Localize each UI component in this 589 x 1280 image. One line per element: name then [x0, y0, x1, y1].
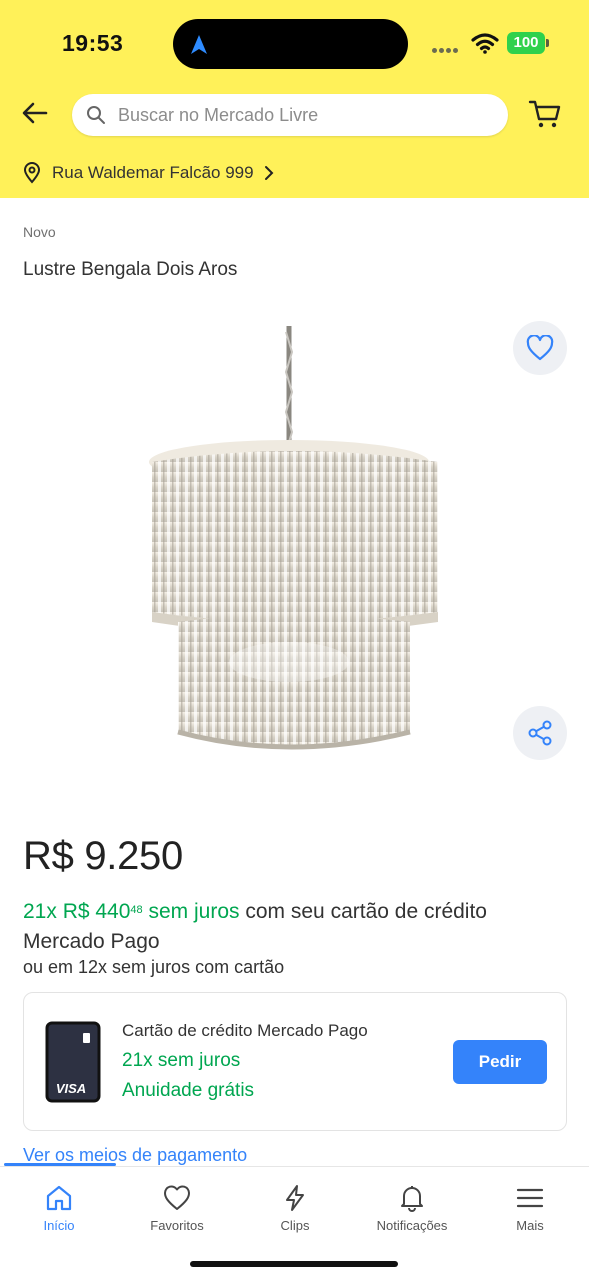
credit-card-offer: VISA Cartão de crédito Mercado Pago 21x …: [23, 992, 567, 1131]
share-icon: [528, 720, 552, 746]
card-offer-title: Cartão de crédito Mercado Pago: [122, 1021, 368, 1040]
navigation-arrow-icon: [191, 35, 207, 54]
bell-icon: [401, 1186, 423, 1212]
battery-level: 100: [507, 32, 545, 54]
chevron-right-icon: [264, 166, 273, 180]
card-offer-installments: 21x sem juros: [122, 1050, 241, 1071]
installments-info: 21x R$ 44048 sem juros com seu cartão de…: [23, 897, 573, 957]
nav-item-notificacoes[interactable]: Notificações: [357, 1183, 467, 1243]
home-icon: [46, 1185, 72, 1211]
product-gallery[interactable]: [0, 300, 589, 790]
product-title: Lustre Bengala Dois Aros: [23, 259, 238, 280]
search-input[interactable]: [118, 94, 488, 136]
battery-icon: 100: [507, 32, 549, 54]
alt-installments: ou em 12x sem juros com cartão: [23, 957, 285, 977]
nav-label: Favoritos: [150, 1218, 204, 1233]
nav-label: Clips: [280, 1218, 310, 1233]
nav-item-inicio[interactable]: Início: [4, 1183, 114, 1243]
product-condition: Novo: [23, 224, 56, 240]
installments-value: 21x R$ 44048 sem juros: [23, 900, 240, 923]
favorite-button[interactable]: [513, 321, 567, 375]
home-indicator: [190, 1261, 398, 1267]
nav-item-favoritos[interactable]: Favoritos: [122, 1183, 232, 1243]
share-button[interactable]: [513, 706, 567, 760]
search-bar[interactable]: [72, 94, 508, 136]
status-bar: 19:53 100: [0, 0, 589, 90]
header: 19:53 100 Buscar no Mercado Livre Rua Wa…: [0, 0, 589, 198]
nav-label: Início: [43, 1218, 75, 1233]
order-card-button[interactable]: Pedir: [453, 1040, 547, 1084]
cellular-signal-icon: [432, 40, 466, 54]
status-time: 19:53: [62, 30, 124, 56]
wifi-icon: [471, 33, 499, 54]
product-price: R$ 9.250: [23, 834, 183, 878]
installments-cents: 48: [130, 904, 143, 916]
location-pin-icon: [23, 162, 41, 184]
back-arrow-icon[interactable]: [20, 98, 50, 128]
credit-card-icon: VISA: [45, 1021, 101, 1103]
card-offer-annual-fee: Anuidade grátis: [122, 1080, 255, 1101]
delivery-address[interactable]: Rua Waldemar Falcão 999: [22, 160, 276, 186]
lightning-icon: [286, 1185, 304, 1211]
address-text: Rua Waldemar Falcão 999: [52, 163, 254, 182]
search-icon: [87, 106, 105, 124]
nav-label: Mais: [516, 1218, 544, 1233]
nav-label: Notificações: [376, 1218, 448, 1233]
cart-icon[interactable]: [528, 98, 562, 130]
chandelier-image[interactable]: [148, 322, 444, 752]
card-brand: VISA: [56, 1081, 86, 1096]
heart-icon: [163, 1185, 191, 1210]
heart-icon: [526, 335, 554, 361]
nav-item-clips[interactable]: Clips: [240, 1183, 350, 1243]
nav-item-mais[interactable]: Mais: [475, 1183, 585, 1243]
menu-icon: [516, 1188, 544, 1208]
